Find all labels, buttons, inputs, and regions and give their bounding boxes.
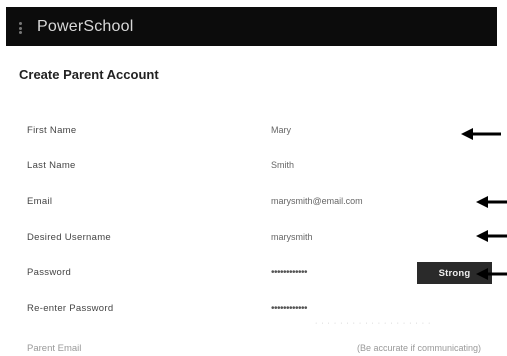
arrow-left-icon: [476, 268, 507, 280]
password-hint: · · · · · · · · · · · · · · · · · · ·: [315, 320, 432, 327]
email-label: Email: [27, 196, 53, 207]
arrow-left-icon: [476, 230, 507, 242]
last-name-label: Last Name: [27, 160, 76, 171]
last-name-row: Last Name Smith: [0, 160, 507, 180]
password-field[interactable]: ••••••••••••: [271, 267, 308, 278]
parent-email-label: Parent Email: [27, 343, 82, 354]
arrow-left-icon: [461, 128, 501, 140]
email-field[interactable]: marysmith@email.com: [271, 196, 363, 206]
menu-icon[interactable]: [19, 22, 22, 34]
reenter-password-label: Re-enter Password: [27, 303, 114, 314]
app-header: PowerSchool: [6, 7, 497, 46]
username-row: Desired Username marysmith: [0, 232, 507, 252]
parent-email-note: (Be accurate if communicating): [357, 343, 482, 353]
arrow-left-icon: [476, 196, 507, 208]
first-name-label: First Name: [27, 125, 77, 136]
last-name-field[interactable]: Smith: [271, 160, 294, 170]
first-name-row: First Name Mary: [0, 125, 507, 145]
page-title: Create Parent Account: [19, 67, 159, 82]
username-field[interactable]: marysmith: [271, 232, 313, 242]
brand-title: PowerSchool: [37, 18, 134, 35]
username-label: Desired Username: [27, 232, 111, 243]
password-label: Password: [27, 267, 72, 278]
email-row: Email marysmith@email.com: [0, 196, 507, 216]
first-name-field[interactable]: Mary: [271, 125, 291, 135]
reenter-password-field[interactable]: ••••••••••••: [271, 303, 308, 314]
